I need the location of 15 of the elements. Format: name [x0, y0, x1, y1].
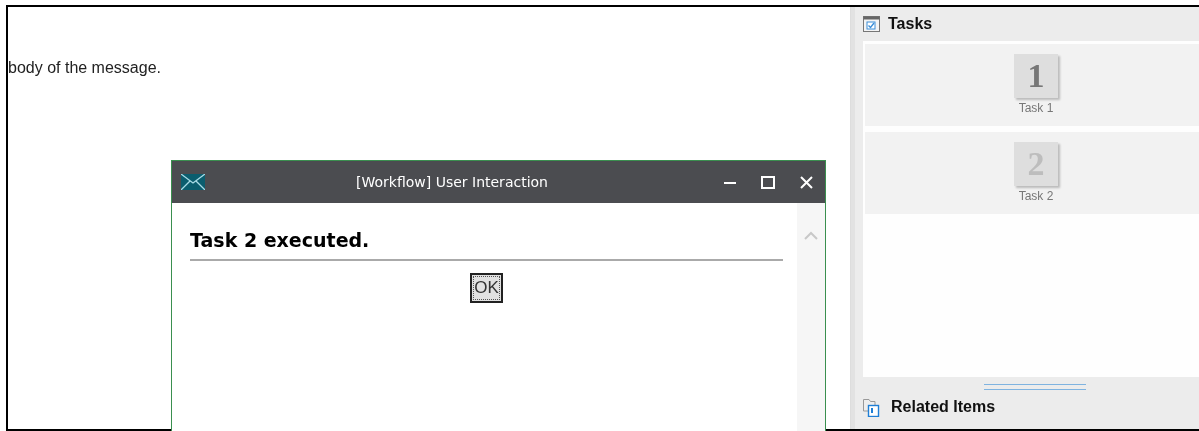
splitter-handle[interactable] — [984, 384, 1086, 390]
task-tile[interactable]: 1 Task 1 — [865, 44, 1199, 126]
panel-title: Related Items — [891, 398, 996, 416]
panel-title: Tasks — [888, 15, 933, 33]
task-number-button[interactable]: 1 — [1014, 54, 1058, 98]
task-label: Task 1 — [1018, 101, 1054, 115]
checkbox-window-icon — [863, 16, 880, 32]
message-body: body of the message. — [8, 59, 162, 77]
close-icon[interactable] — [800, 175, 813, 189]
maximize-icon[interactable] — [761, 175, 775, 189]
task-label: Task 2 — [1018, 189, 1054, 203]
envelope-icon — [181, 174, 205, 190]
message-heading: Task 2 executed. — [190, 229, 371, 251]
ok-button[interactable]: OK — [470, 273, 503, 303]
window-title: [Workflow] User Interaction — [355, 174, 549, 190]
